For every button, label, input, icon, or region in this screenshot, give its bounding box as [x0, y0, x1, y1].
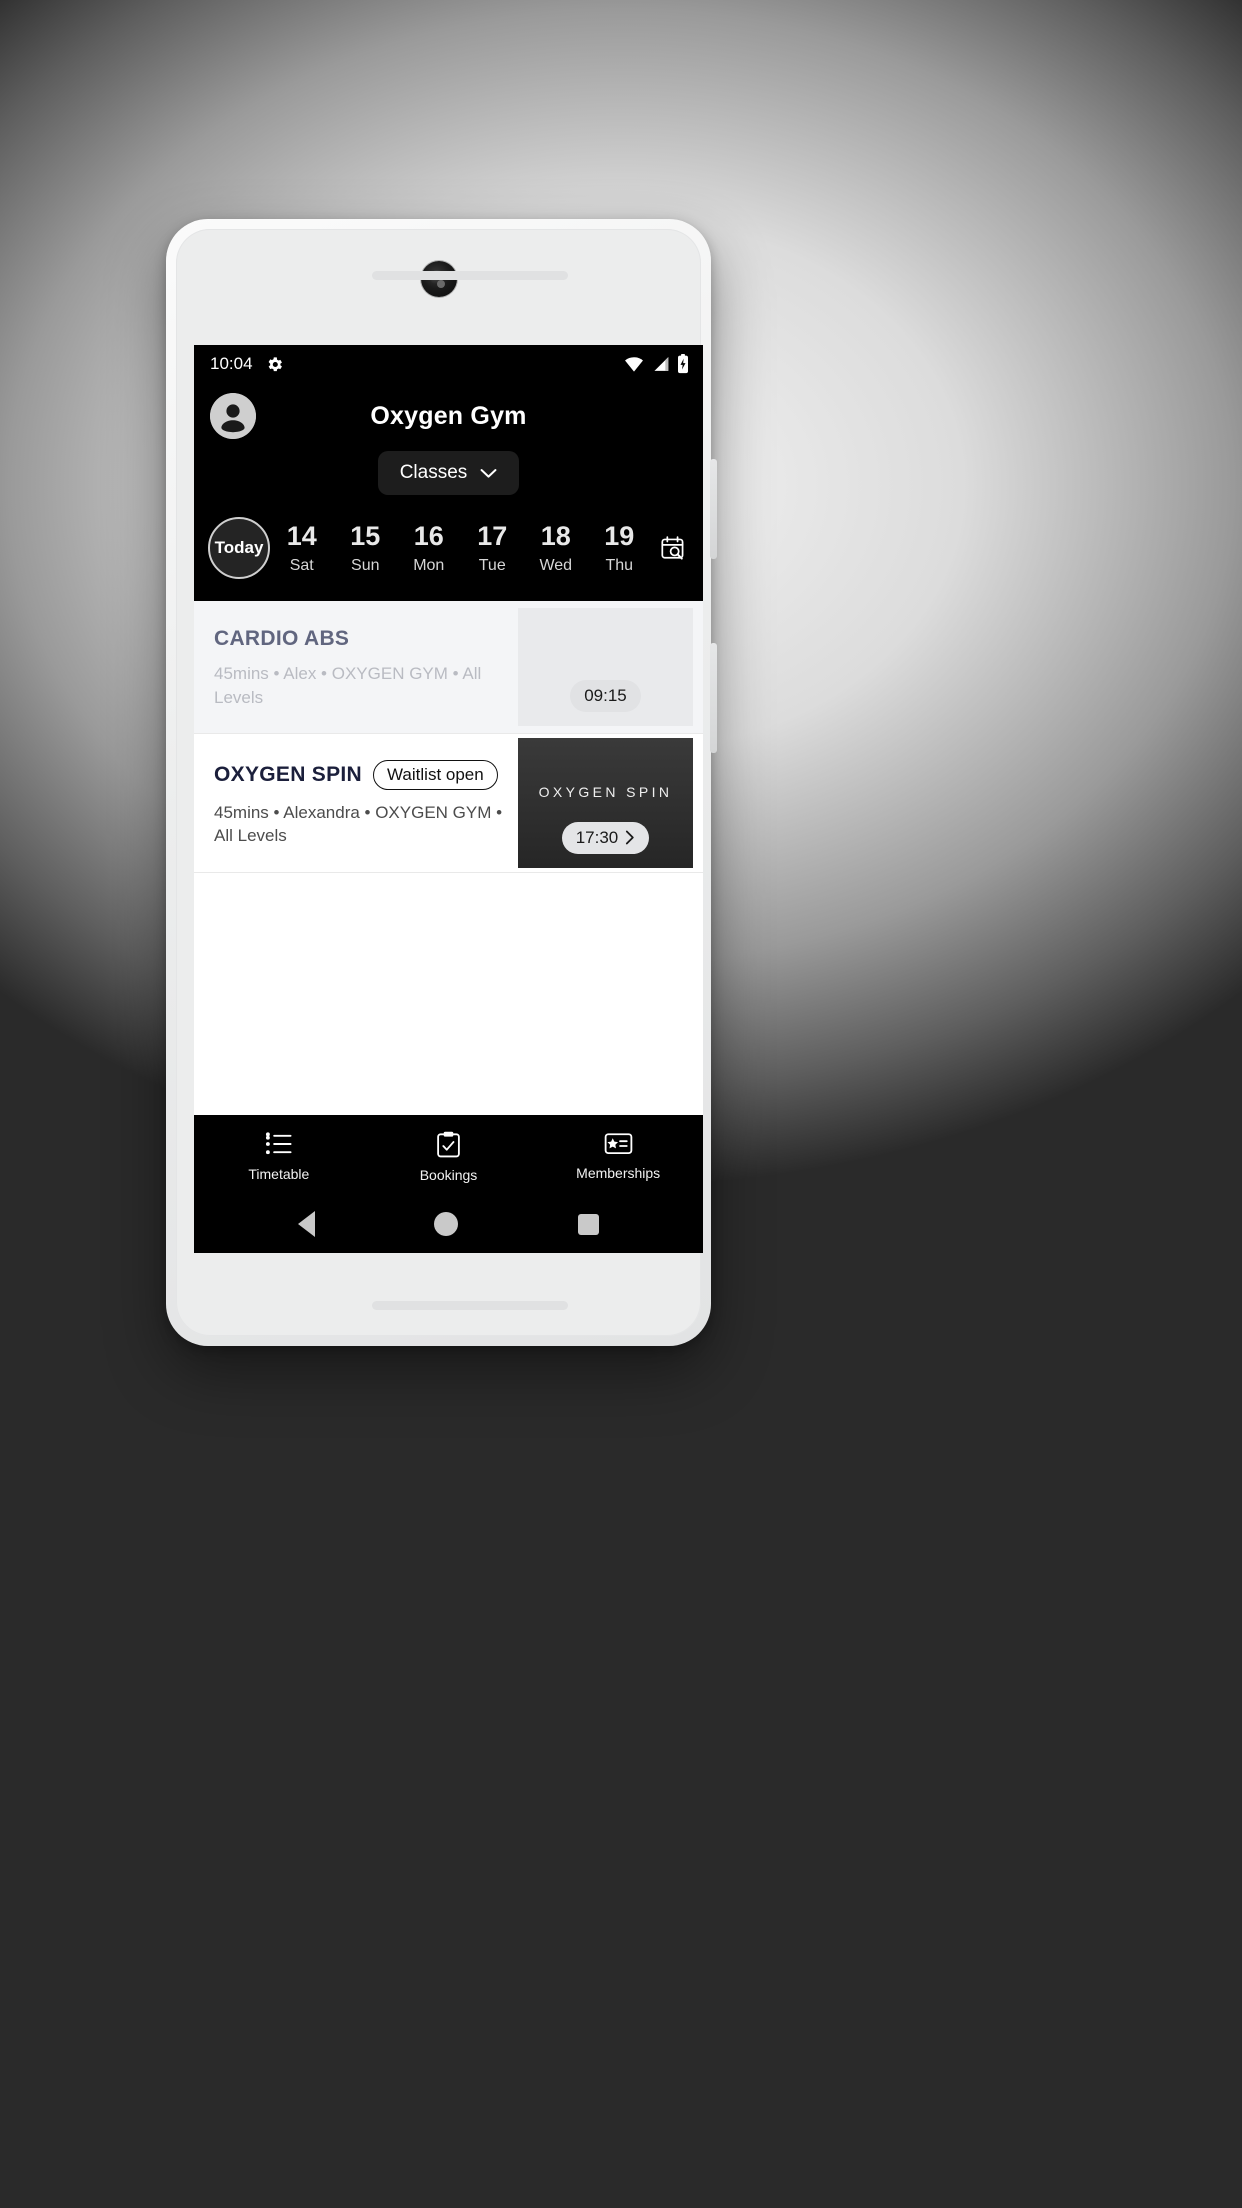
day-item[interactable]: 19 Thu: [588, 520, 652, 574]
day-number: 15: [350, 520, 381, 551]
phone-device: 10:04 Oxygen Gym Classes Today 14 Sat 15…: [166, 219, 717, 1346]
phone-screen: 10:04 Oxygen Gym Classes Today 14 Sat 15…: [194, 345, 703, 1253]
date-strip: Today 14 Sat 15 Sun 16 Mon 17 Tue 18 Wed…: [194, 511, 703, 601]
nav-item-label: Memberships: [576, 1165, 661, 1181]
day-number: 16: [413, 520, 444, 551]
class-time: 17:30: [575, 827, 619, 847]
class-card-cardio-abs[interactable]: CARDIO ABS 45mins • Alex • OXYGEN GYM • …: [194, 601, 703, 734]
thumbnail-caption: OXYGEN SPIN: [538, 784, 673, 800]
class-meta: 45mins • Alex • OXYGEN GYM • All Levels: [214, 664, 482, 707]
class-time: 09:15: [584, 686, 627, 705]
membership-card-icon: [604, 1131, 633, 1156]
chevron-down-icon: [480, 468, 497, 479]
nav-item-bookings[interactable]: Bookings: [364, 1131, 534, 1183]
day-item[interactable]: 15 Sun: [334, 520, 398, 574]
volume-button[interactable]: [710, 459, 717, 559]
class-time-badge[interactable]: 17:30: [561, 821, 650, 854]
day-number: 19: [604, 520, 635, 551]
day-item[interactable]: 16 Mon: [397, 520, 461, 574]
class-list: CARDIO ABS 45mins • Alex • OXYGEN GYM • …: [194, 601, 703, 1115]
status-badge: Waitlist open: [373, 760, 498, 790]
battery-charging-icon: [677, 354, 689, 374]
square-recents-icon[interactable]: [578, 1213, 600, 1235]
day-item[interactable]: 18 Wed: [524, 520, 588, 574]
day-name: Thu: [605, 556, 634, 574]
day-name: Sat: [289, 556, 314, 574]
day-name: Sun: [351, 556, 380, 574]
page-title: Oxygen Gym: [370, 401, 527, 430]
classes-filter-label: Classes: [399, 462, 468, 483]
today-button[interactable]: Today: [208, 517, 270, 579]
status-bar: 10:04: [194, 345, 703, 383]
class-title: OXYGEN SPIN: [214, 763, 363, 786]
clipboard-check-icon: [436, 1131, 461, 1158]
circle-home-icon[interactable]: [434, 1212, 459, 1236]
gear-icon: [265, 355, 284, 374]
calendar-search-icon[interactable]: [653, 535, 693, 562]
class-title: CARDIO ABS: [214, 627, 350, 651]
device-bottom-bar: [372, 1301, 568, 1310]
day-number: 18: [540, 520, 571, 551]
class-card-oxygen-spin[interactable]: OXYGEN SPIN Waitlist open 45mins • Alexa…: [194, 734, 703, 873]
nav-item-label: Bookings: [419, 1167, 478, 1183]
class-thumbnail: OXYGEN SPIN 17:30: [518, 738, 693, 868]
classes-filter-button[interactable]: Classes: [377, 451, 520, 495]
class-meta: 45mins • Alexandra • OXYGEN GYM • All Le…: [214, 803, 503, 846]
earpiece-speaker: [372, 271, 568, 280]
day-number: 17: [477, 520, 508, 551]
power-button[interactable]: [710, 643, 717, 753]
day-name: Tue: [478, 556, 506, 574]
list-icon: [265, 1131, 292, 1157]
day-item[interactable]: 14 Sat: [270, 520, 334, 574]
day-list: 14 Sat 15 Sun 16 Mon 17 Tue 18 Wed 19 Th…: [270, 520, 652, 574]
avatar[interactable]: [210, 393, 256, 439]
bottom-nav: Timetable Bookings Memberships: [194, 1115, 703, 1195]
cellular-signal-icon: [651, 356, 670, 372]
class-thumbnail: 09:15: [518, 608, 693, 726]
class-time-badge[interactable]: 09:15: [570, 680, 641, 712]
nav-item-timetable[interactable]: Timetable: [194, 1131, 364, 1183]
day-name: Wed: [539, 556, 573, 574]
day-item[interactable]: 17 Tue: [461, 520, 525, 574]
triangle-back-icon[interactable]: [297, 1211, 315, 1237]
day-number: 14: [286, 520, 317, 551]
status-bar-time: 10:04: [210, 354, 253, 373]
day-name: Mon: [413, 556, 445, 574]
chevron-right-icon: [625, 830, 635, 845]
wifi-icon: [624, 356, 644, 372]
nav-item-label: Timetable: [248, 1166, 310, 1182]
nav-item-memberships[interactable]: Memberships: [533, 1131, 703, 1183]
phone-bezel: 10:04 Oxygen Gym Classes Today 14 Sat 15…: [176, 229, 703, 1336]
android-system-nav: [194, 1195, 703, 1253]
app-header: Oxygen Gym Classes Today 14 Sat 15 Sun 1…: [194, 383, 703, 601]
